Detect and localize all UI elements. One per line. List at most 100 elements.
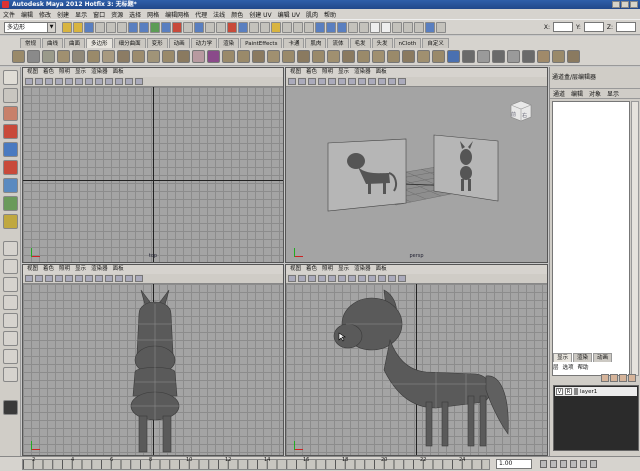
select-handles-icon[interactable] (128, 22, 138, 33)
channel-box-list[interactable] (552, 101, 630, 376)
viewport-side[interactable]: 视图 着色 照明 显示 渲染器 面板 (285, 264, 548, 456)
layer-tab-render[interactable]: 渲染 (573, 353, 593, 362)
y-field[interactable] (583, 22, 604, 32)
quadrangulate-icon[interactable] (432, 50, 445, 63)
shelf-tab-polygons[interactable]: 多边形 (86, 38, 113, 48)
poly-plane-icon[interactable] (72, 50, 85, 63)
extrude-icon[interactable] (252, 50, 265, 63)
shelf-tab-subdivs[interactable]: 细分曲面 (113, 38, 146, 48)
history-icon[interactable] (282, 22, 292, 33)
xray-icon[interactable] (125, 275, 133, 282)
menu-display[interactable]: 显示 (75, 10, 87, 19)
panel-menu-show[interactable]: 显示 (75, 265, 86, 274)
film-gate-icon[interactable] (65, 78, 73, 85)
grid-icon[interactable] (318, 78, 326, 85)
select-deformations-icon[interactable] (172, 22, 182, 33)
fill-hole-icon[interactable] (387, 50, 400, 63)
menu-assets[interactable]: 资源 (111, 10, 123, 19)
mirror-icon[interactable] (222, 50, 235, 63)
rename-field-icon[interactable] (359, 22, 369, 33)
shelf-tab-curves[interactable]: 曲线 (42, 38, 64, 48)
panel-menu-lighting[interactable]: 照明 (59, 265, 70, 274)
panel-menu-panels[interactable]: 面板 (376, 68, 387, 77)
xray-icon[interactable] (388, 78, 396, 85)
tool-settings-icon[interactable] (425, 22, 435, 33)
split-icon[interactable] (297, 50, 310, 63)
smooth-shade-icon[interactable] (348, 275, 356, 282)
new-scene-icon[interactable] (62, 22, 72, 33)
shelf-tab-general[interactable]: 常规 (20, 38, 42, 48)
select-tool-icon[interactable] (3, 70, 18, 85)
sidebar-toggle-icon[interactable] (392, 22, 402, 33)
reduce-icon[interactable] (402, 50, 415, 63)
panel-menu-show[interactable]: 显示 (75, 68, 86, 77)
lock-selection-icon[interactable] (205, 22, 215, 33)
image-plane-icon[interactable] (308, 275, 316, 282)
shelf-tab-hair[interactable]: 头发 (371, 38, 393, 48)
film-gate-icon[interactable] (65, 275, 73, 282)
film-gate-icon[interactable] (328, 275, 336, 282)
panel-menu-view[interactable]: 视图 (27, 68, 38, 77)
layer-visibility-toggle[interactable]: V (556, 388, 563, 395)
move-layer-down-icon[interactable] (610, 374, 618, 382)
paint-select-tool-icon[interactable] (3, 106, 18, 121)
select-joints-icon[interactable] (139, 22, 149, 33)
soft-mod-tool-icon[interactable] (3, 196, 18, 211)
layer-menu-help[interactable]: 帮助 (578, 363, 589, 371)
bookmark-icon[interactable] (298, 78, 306, 85)
panel-menu-shading[interactable]: 着色 (43, 265, 54, 274)
menu-help[interactable]: 帮助 (324, 10, 336, 19)
channel-menu-object[interactable]: 对象 (589, 89, 601, 98)
scale-tool-icon[interactable] (3, 160, 18, 175)
move-layer-up-icon[interactable] (601, 374, 609, 382)
panel-menu-renderer[interactable]: 渲染器 (354, 68, 371, 77)
grid-icon[interactable] (55, 78, 63, 85)
attribute-editor-icon[interactable] (414, 22, 424, 33)
menu-proxy[interactable]: 代理 (195, 10, 207, 19)
shelf-tab-dynamics[interactable]: 动力学 (190, 38, 218, 48)
camera-icon[interactable] (25, 78, 33, 85)
viewport-persp[interactable]: 视图 着色 照明 显示 渲染器 面板 前 右 persp (285, 67, 548, 263)
panel-menu-show[interactable]: 显示 (338, 265, 349, 274)
menu-set-dropdown[interactable]: 多边形 ▼ (4, 22, 56, 33)
step-back-icon[interactable] (550, 460, 557, 468)
texture-icon[interactable] (358, 78, 366, 85)
camera-icon[interactable] (25, 275, 33, 282)
poly-helix-icon[interactable] (147, 50, 160, 63)
panel-menu-renderer[interactable]: 渲染器 (91, 68, 108, 77)
layer-list[interactable]: V R layer1 (553, 385, 639, 451)
close-button[interactable] (630, 1, 638, 8)
layer-tab-display[interactable]: 显示 (553, 353, 573, 362)
select-dynamics-icon[interactable] (183, 22, 193, 33)
output-ops-icon[interactable] (304, 22, 314, 33)
menu-create-uvs[interactable]: 创建 UV (249, 10, 271, 19)
poly-torus-icon[interactable] (87, 50, 100, 63)
script-editor-icon[interactable] (3, 400, 18, 415)
channel-menu-edit[interactable]: 编辑 (571, 89, 583, 98)
isolate-icon[interactable] (398, 78, 406, 85)
poly-pyramid-icon[interactable] (117, 50, 130, 63)
insert-edge-icon[interactable] (312, 50, 325, 63)
offset-edge-icon[interactable] (327, 50, 340, 63)
sew-uv-icon[interactable] (567, 50, 580, 63)
xray-icon[interactable] (388, 275, 396, 282)
lights-icon[interactable] (105, 78, 113, 85)
grid-icon[interactable] (318, 275, 326, 282)
panel-menu-shading[interactable]: 着色 (43, 68, 54, 77)
move-tool-icon[interactable] (3, 124, 18, 139)
bevel-icon[interactable] (357, 50, 370, 63)
panel-menu-renderer[interactable]: 渲染器 (354, 265, 371, 274)
ipr-render-icon[interactable] (337, 22, 347, 33)
play-backward-icon[interactable] (560, 460, 567, 468)
layer-name[interactable]: layer1 (580, 389, 597, 395)
current-time-field[interactable]: 1.00 (496, 459, 532, 469)
panel-menu-lighting[interactable]: 照明 (322, 265, 333, 274)
select-component-icon[interactable] (117, 22, 127, 33)
channel-box-scrollbar[interactable] (631, 101, 639, 376)
viewport-canvas[interactable]: 前 右 persp (286, 87, 547, 262)
layer-menu-layers[interactable]: 层 (553, 363, 559, 371)
panel-menu-view[interactable]: 视图 (27, 265, 38, 274)
bookmark-icon[interactable] (35, 275, 43, 282)
snap-point-icon[interactable] (249, 22, 259, 33)
smooth-icon[interactable] (192, 50, 205, 63)
